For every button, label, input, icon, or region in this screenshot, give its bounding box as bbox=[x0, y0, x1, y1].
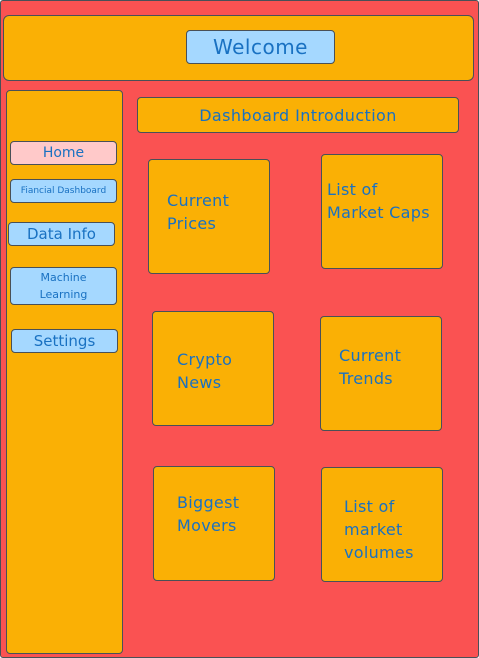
dashboard-introduction-panel[interactable]: Dashboard Introduction bbox=[137, 97, 459, 133]
market-volumes-card[interactable]: List of market volumes bbox=[321, 467, 443, 582]
sidebar-item-home[interactable]: Home bbox=[10, 141, 117, 165]
biggest-movers-card[interactable]: Biggest Movers bbox=[153, 466, 275, 581]
sidebar bbox=[6, 90, 123, 654]
sidebar-item-financial-dashboard[interactable]: Fiancial Dashboard bbox=[10, 179, 117, 203]
sidebar-item-machine-learning[interactable]: Machine Learning bbox=[10, 267, 117, 305]
sidebar-item-settings[interactable]: Settings bbox=[11, 329, 118, 353]
crypto-news-label: Crypto News bbox=[177, 350, 233, 392]
current-prices-card[interactable]: Current Prices bbox=[148, 159, 270, 274]
market-volumes-label: List of market volumes bbox=[344, 497, 414, 562]
welcome-button[interactable]: Welcome bbox=[186, 30, 335, 64]
crypto-news-card[interactable]: Crypto News bbox=[152, 311, 274, 426]
current-prices-label: Current Prices bbox=[167, 191, 230, 233]
current-trends-card[interactable]: Current Trends bbox=[320, 316, 442, 431]
app-canvas: Welcome Home Fiancial Dashboard Data Inf… bbox=[0, 0, 479, 658]
biggest-movers-label: Biggest Movers bbox=[177, 493, 240, 535]
market-caps-card[interactable]: List of Market Caps bbox=[321, 154, 443, 269]
market-caps-label: List of Market Caps bbox=[327, 180, 430, 222]
sidebar-item-data-info[interactable]: Data Info bbox=[8, 222, 115, 246]
current-trends-label: Current Trends bbox=[339, 346, 402, 388]
